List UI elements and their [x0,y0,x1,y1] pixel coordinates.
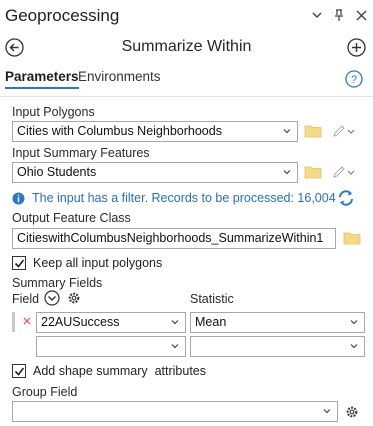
statistic-column-header: Statistic [190,292,234,306]
pin-icon[interactable] [333,8,345,22]
chevron-down-icon [350,344,358,349]
summary-field-select[interactable]: 22AUSuccess [36,312,186,333]
edit-pencil-icon[interactable] [332,165,356,179]
output-value: CitieswithColumbusNeighborhoods_Summariz… [17,231,324,245]
row-gutter [12,312,15,332]
input-summary-select[interactable]: Ohio Students [12,162,298,183]
options-chevron-icon[interactable] [311,8,323,22]
help-icon[interactable]: ? [345,70,363,88]
output-feature-class-input[interactable]: CitieswithColumbusNeighborhoods_Summariz… [12,228,336,249]
group-field-select[interactable] [12,401,338,422]
input-polygons-value: Cities with Columbus Neighborhoods [17,124,222,138]
statistic-select-empty[interactable] [190,336,365,357]
summary-fields-label: Summary Fields [12,276,103,290]
add-shape-label: Add shape summary attributes [33,364,206,378]
settings-gear-icon[interactable] [344,404,360,420]
input-summary-label: Input Summary Features [12,146,150,160]
remove-row-icon[interactable] [22,316,32,326]
input-polygons-select[interactable]: Cities with Columbus Neighborhoods [12,121,298,142]
tab-bar: Parameters Environments ? [0,66,373,94]
checkmark-icon [14,367,25,376]
chevron-down-icon [283,170,291,175]
filter-info-text: The input has a filter. Records to be pr… [32,191,336,205]
refresh-icon[interactable] [337,189,355,207]
pane-title: Geoprocessing [5,6,120,25]
checkmark-icon [14,259,25,268]
tool-header: Summarize Within [0,34,373,62]
chevron-down-icon [323,409,331,414]
add-plus-icon[interactable] [347,38,366,57]
edit-pencil-icon[interactable] [332,124,356,138]
output-label: Output Feature Class [12,211,131,225]
expand-circle-icon[interactable] [44,290,60,306]
tab-parameters[interactable]: Parameters [5,69,79,89]
browse-folder-icon[interactable] [343,231,361,245]
add-shape-checkbox[interactable] [12,364,26,378]
keep-all-checkbox[interactable] [12,256,26,270]
statistic-select[interactable]: Mean [190,312,365,333]
browse-folder-icon[interactable] [304,165,322,179]
svg-text:?: ? [351,74,357,86]
group-field-label: Group Field [12,385,78,399]
tool-title: Summarize Within [121,38,252,55]
tab-environments[interactable]: Environments [78,69,161,84]
browse-folder-icon[interactable] [304,124,322,138]
field-column-header: Field [12,292,40,306]
input-polygons-label: Input Polygons [12,105,95,119]
keep-all-label: Keep all input polygons [33,256,163,270]
summary-field-select-empty[interactable] [36,336,186,357]
chevron-down-icon [350,320,358,325]
pane-titlebar: Geoprocessing [0,0,373,34]
chevron-down-icon [283,129,291,134]
pane-controls [311,8,367,22]
settings-gear-icon[interactable] [66,290,82,306]
tab-divider [0,96,373,97]
info-icon [12,192,25,205]
input-summary-value: Ohio Students [17,165,97,179]
statistic-value: Mean [195,315,227,329]
chevron-down-icon [171,344,179,349]
close-icon[interactable] [355,8,367,22]
chevron-down-icon [171,320,179,325]
summary-field-value: 22AUSuccess [41,315,120,329]
